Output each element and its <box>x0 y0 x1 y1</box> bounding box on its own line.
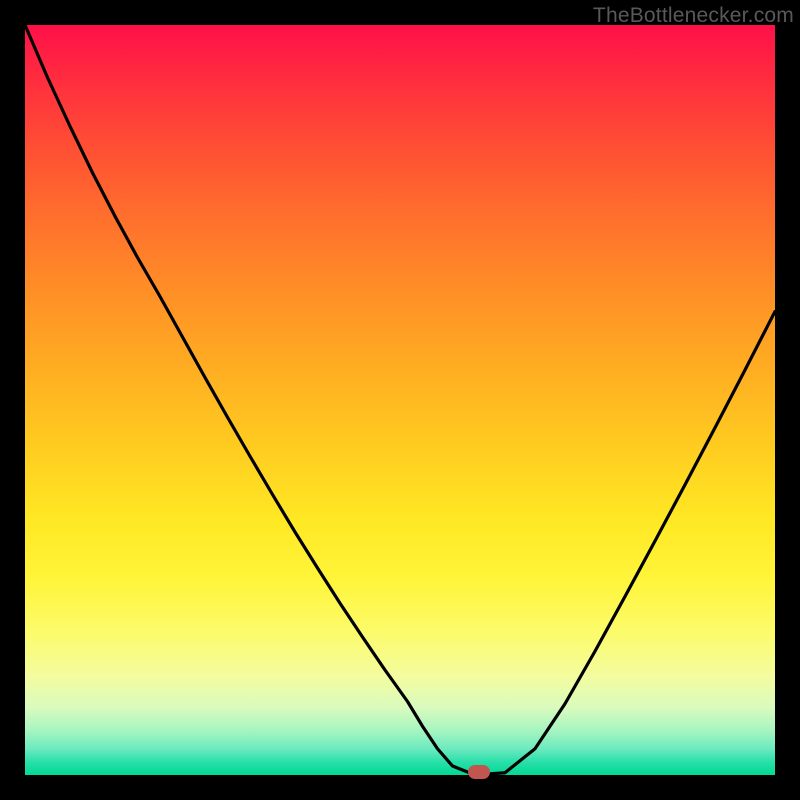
chart-frame: TheBottlenecker.com <box>0 0 800 800</box>
bottleneck-curve <box>25 25 775 775</box>
minimum-marker <box>468 765 490 779</box>
watermark-label: TheBottlenecker.com <box>593 4 794 28</box>
plot-area <box>25 25 775 775</box>
